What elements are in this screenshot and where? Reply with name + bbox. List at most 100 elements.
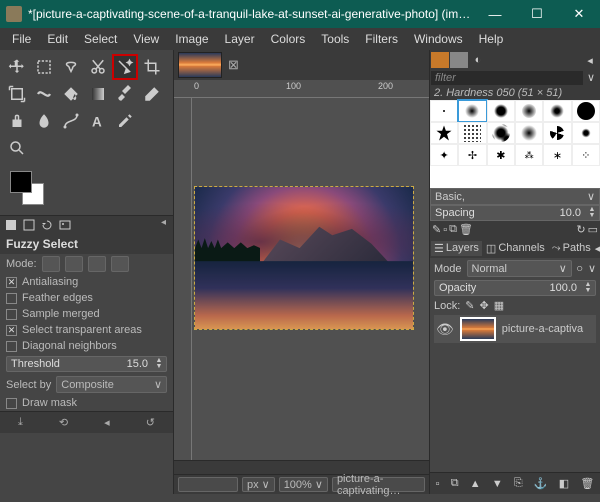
edit-brush-icon[interactable]: ✎ bbox=[432, 223, 441, 236]
free-select-tool[interactable] bbox=[58, 54, 84, 80]
minimize-button[interactable]: — bbox=[474, 0, 516, 28]
unit-dropdown[interactable]: px∨ bbox=[242, 477, 275, 492]
lock-position-icon[interactable]: ✥ bbox=[480, 299, 489, 312]
bucket-fill-tool[interactable] bbox=[58, 81, 84, 107]
close-button[interactable]: ✕ bbox=[558, 0, 600, 28]
rect-select-tool[interactable] bbox=[31, 54, 57, 80]
brush-item[interactable] bbox=[487, 122, 515, 144]
mode-add[interactable] bbox=[65, 256, 83, 272]
menu-tools[interactable]: Tools bbox=[313, 30, 357, 48]
delete-layer-icon[interactable]: 🗑 bbox=[580, 477, 594, 490]
layer-name[interactable]: picture-a-captiva bbox=[502, 323, 583, 335]
smudge-tool[interactable] bbox=[31, 108, 57, 134]
brush-item[interactable] bbox=[572, 100, 600, 122]
filter-expand-icon[interactable]: ∨ bbox=[583, 71, 599, 85]
dock-menu-icon[interactable]: ◂ bbox=[581, 52, 599, 68]
zoom-tool[interactable] bbox=[4, 135, 30, 161]
lock-pixels-icon[interactable]: ✎ bbox=[465, 299, 474, 312]
new-layer-icon[interactable]: ▫ bbox=[436, 478, 440, 490]
paths-tool[interactable] bbox=[58, 108, 84, 134]
brush-item[interactable]: ✢ bbox=[458, 144, 486, 166]
brush-item[interactable] bbox=[515, 122, 543, 144]
new-group-icon[interactable]: ⧉ bbox=[451, 477, 459, 490]
menu-image[interactable]: Image bbox=[167, 30, 216, 48]
tab-tool-options[interactable] bbox=[3, 217, 19, 233]
menu-windows[interactable]: Windows bbox=[406, 30, 471, 48]
lock-alpha-icon[interactable]: ▦ bbox=[494, 299, 504, 312]
brush-item[interactable]: ⁂ bbox=[515, 144, 543, 166]
tab-menu-icon[interactable]: ◂ bbox=[161, 217, 170, 233]
reset-preset-icon[interactable]: ↺ bbox=[146, 416, 155, 429]
transform-tool[interactable] bbox=[4, 81, 30, 107]
maximize-button[interactable]: ☐ bbox=[516, 0, 558, 28]
brush-item[interactable] bbox=[458, 122, 486, 144]
image-tab[interactable]: ⊠ bbox=[176, 50, 241, 80]
diagonal-checkbox[interactable] bbox=[6, 341, 17, 352]
brush-item[interactable] bbox=[543, 122, 571, 144]
tab-paths[interactable]: ⤳Paths bbox=[549, 241, 594, 256]
brush-filter-input[interactable]: filter bbox=[431, 71, 583, 85]
mask-layer-icon[interactable]: ◧ bbox=[559, 477, 569, 490]
restore-preset-icon[interactable]: ⟲ bbox=[59, 416, 68, 429]
tab-channels[interactable]: ◫Channels bbox=[483, 241, 548, 256]
menu-view[interactable]: View bbox=[125, 30, 167, 48]
brush-item[interactable] bbox=[572, 122, 600, 144]
mode-switch-icon[interactable]: ဝ bbox=[577, 261, 583, 277]
menu-edit[interactable]: Edit bbox=[39, 30, 76, 48]
transparent-checkbox[interactable]: ✕ bbox=[6, 325, 17, 336]
duplicate-layer-icon[interactable]: ⎘ bbox=[514, 477, 523, 490]
feather-checkbox[interactable] bbox=[6, 293, 17, 304]
threshold-input[interactable]: Threshold15.0▲▼ bbox=[6, 356, 167, 372]
layer-mode-dropdown[interactable]: Normal∨ bbox=[467, 260, 572, 277]
tab-undo-history[interactable] bbox=[39, 217, 55, 233]
ruler-horizontal[interactable]: 0 100 200 bbox=[174, 80, 429, 98]
duplicate-brush-icon[interactable]: ⧉ bbox=[449, 223, 457, 236]
tab-patterns[interactable] bbox=[450, 52, 468, 68]
menu-help[interactable]: Help bbox=[471, 30, 512, 48]
menu-file[interactable]: File bbox=[4, 30, 39, 48]
clone-tool[interactable] bbox=[4, 108, 30, 134]
spacing-input[interactable]: Spacing10.0▲▼ bbox=[430, 205, 600, 221]
refresh-brush-icon[interactable]: ↻ bbox=[576, 223, 585, 236]
sample-merged-checkbox[interactable] bbox=[6, 309, 17, 320]
layer-item[interactable]: 👁 picture-a-captiva bbox=[434, 315, 596, 343]
mode-intersect[interactable] bbox=[111, 256, 129, 272]
raise-layer-icon[interactable]: ▲ bbox=[470, 478, 481, 490]
brush-item[interactable] bbox=[430, 122, 458, 144]
brush-item[interactable]: ⁘ bbox=[572, 144, 600, 166]
brush-item[interactable]: ∗ bbox=[543, 144, 571, 166]
fg-bg-color[interactable] bbox=[10, 171, 50, 211]
drawmask-checkbox[interactable] bbox=[6, 398, 17, 409]
text-tool[interactable]: A bbox=[85, 108, 111, 134]
move-tool[interactable] bbox=[4, 54, 30, 80]
menu-select[interactable]: Select bbox=[76, 30, 125, 48]
menu-layer[interactable]: Layer bbox=[217, 30, 263, 48]
tab-brushes[interactable] bbox=[431, 52, 449, 68]
scissors-tool[interactable] bbox=[85, 54, 111, 80]
merge-layer-icon[interactable]: ⚓ bbox=[534, 477, 548, 490]
open-as-image-icon[interactable]: ▭ bbox=[588, 223, 598, 236]
ruler-vertical[interactable] bbox=[174, 98, 192, 460]
gradient-tool[interactable] bbox=[85, 81, 111, 107]
new-brush-icon[interactable]: ▫ bbox=[443, 224, 447, 236]
tab-images[interactable] bbox=[57, 217, 73, 233]
tab-layers[interactable]: ☰Layers bbox=[431, 241, 482, 256]
paintbrush-tool[interactable] bbox=[112, 81, 138, 107]
brush-item[interactable] bbox=[458, 100, 486, 122]
antialias-checkbox[interactable]: ✕ bbox=[6, 277, 17, 288]
zoom-dropdown[interactable]: 100% ∨ bbox=[279, 477, 328, 492]
close-tab-icon[interactable]: ⊠ bbox=[228, 57, 239, 73]
opacity-input[interactable]: Opacity100.0▲▼ bbox=[434, 280, 596, 296]
selectby-dropdown[interactable]: Composite∨ bbox=[56, 376, 167, 393]
lower-layer-icon[interactable]: ▼ bbox=[492, 478, 503, 490]
tab-device-status[interactable] bbox=[21, 217, 37, 233]
visibility-icon[interactable]: 👁 bbox=[436, 321, 454, 338]
brush-item[interactable] bbox=[430, 100, 458, 122]
mode-replace[interactable] bbox=[42, 256, 60, 272]
dock-menu-icon[interactable]: ◂ bbox=[595, 242, 600, 255]
brush-item[interactable] bbox=[543, 100, 571, 122]
menu-filters[interactable]: Filters bbox=[357, 30, 406, 48]
eraser-tool[interactable] bbox=[139, 81, 165, 107]
brush-item[interactable] bbox=[515, 100, 543, 122]
save-preset-icon[interactable]: ⤓ bbox=[18, 416, 23, 429]
